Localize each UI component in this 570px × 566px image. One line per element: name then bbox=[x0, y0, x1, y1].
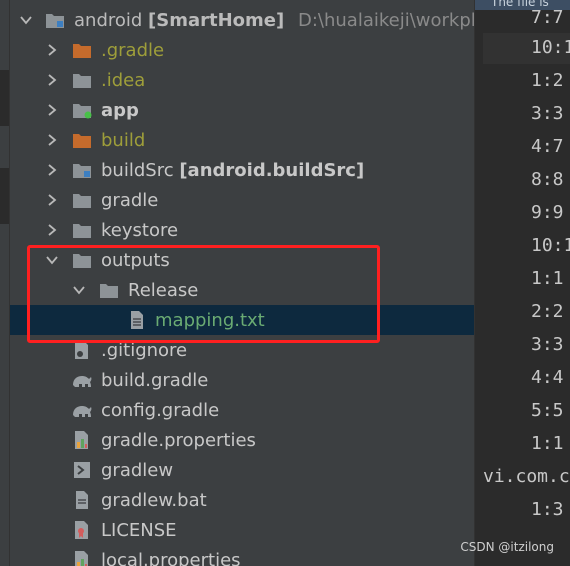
editor-line: 3:3 bbox=[531, 334, 564, 355]
tree-row-local-properties[interactable]: local.properties bbox=[10, 545, 474, 566]
tree-item-label: gradlew bbox=[101, 459, 174, 481]
module-folder-icon bbox=[71, 159, 93, 181]
tree-row-keystore[interactable]: keystore bbox=[10, 215, 474, 245]
project-module: [SmartHome] bbox=[148, 9, 285, 31]
editor-line: 1:1 bbox=[531, 268, 564, 289]
tree-row-build[interactable]: build bbox=[10, 125, 474, 155]
editor-line: 7:7 bbox=[531, 7, 564, 28]
chevron-right-icon[interactable] bbox=[44, 40, 60, 60]
chevron-right-icon[interactable] bbox=[44, 70, 60, 90]
editor-line: 2:2 bbox=[531, 301, 564, 322]
project-name: android bbox=[74, 9, 143, 31]
editor-line: 1:1 bbox=[531, 433, 564, 454]
properties-file-icon bbox=[71, 549, 93, 566]
tree-item-label: .gradle bbox=[101, 39, 165, 61]
editor-line: 9:9 bbox=[531, 202, 564, 223]
module-folder-icon bbox=[71, 99, 93, 121]
tree-row-build-gradle[interactable]: build.gradle bbox=[10, 365, 474, 395]
folder-orange-icon bbox=[71, 39, 93, 61]
editor-pane[interactable]: The file is 7:7 10:1 1:2 3:3 4:7 8:8 9:9… bbox=[474, 0, 570, 566]
license-file-icon bbox=[71, 519, 93, 541]
folder-gray-icon bbox=[71, 69, 93, 91]
gradle-elephant-icon bbox=[71, 399, 93, 421]
properties-file-icon bbox=[71, 429, 93, 451]
folder-orange-icon bbox=[71, 129, 93, 151]
highlight-annotation-box bbox=[27, 245, 380, 343]
tool-window-tab[interactable] bbox=[0, 70, 9, 126]
project-path: D:\hualaikeji\workplac bbox=[297, 9, 474, 31]
gradle-elephant-icon bbox=[71, 369, 93, 391]
tree-row-license[interactable]: LICENSE bbox=[10, 515, 474, 545]
chevron-right-icon[interactable] bbox=[44, 190, 60, 210]
editor-line: 1:2 bbox=[531, 70, 564, 91]
tree-row-dot-gradle[interactable]: .gradle bbox=[10, 35, 474, 65]
tree-row-buildsrc[interactable]: buildSrc [android.buildSrc] bbox=[10, 155, 474, 185]
tree-item-label: gradle bbox=[101, 189, 159, 211]
folder-gray-icon bbox=[71, 189, 93, 211]
chevron-right-icon[interactable] bbox=[44, 100, 60, 120]
tree-item-label: LICENSE bbox=[101, 519, 177, 541]
module-folder-icon bbox=[44, 9, 66, 31]
tree-item-label: keystore bbox=[101, 219, 179, 241]
chevron-right-icon[interactable] bbox=[44, 160, 60, 180]
editor-line: 8:8 bbox=[531, 169, 564, 190]
tree-row-config-gradle[interactable]: config.gradle bbox=[10, 395, 474, 425]
editor-line: 10:1 bbox=[531, 37, 570, 58]
tree-row-gradlew-bat[interactable]: gradlew.bat bbox=[10, 485, 474, 515]
editor-line: 4:4 bbox=[531, 367, 564, 388]
project-name-label: android [SmartHome] D:\hualaikeji\workpl… bbox=[74, 10, 474, 31]
editor-line: 1:3 bbox=[531, 499, 564, 520]
chevron-right-icon[interactable] bbox=[44, 130, 60, 150]
tool-window-tab[interactable] bbox=[0, 168, 9, 224]
tree-item-label: app bbox=[101, 99, 139, 121]
chevron-right-icon[interactable] bbox=[44, 220, 60, 240]
tool-window-strip bbox=[0, 0, 10, 566]
tree-item-label: local.properties bbox=[101, 549, 241, 566]
tree-row-android[interactable]: android [SmartHome] D:\hualaikeji\workpl… bbox=[10, 5, 474, 35]
tree-item-label: buildSrc [android.buildSrc] bbox=[101, 160, 364, 181]
tree-item-label: gradlew.bat bbox=[101, 489, 207, 511]
buildsrc-name: buildSrc bbox=[101, 159, 174, 181]
editor-line: vi.com.c bbox=[483, 466, 570, 487]
tree-row-gradle[interactable]: gradle bbox=[10, 185, 474, 215]
tree-row-gradlew[interactable]: gradlew bbox=[10, 455, 474, 485]
tree-item-label: gradle.properties bbox=[101, 429, 256, 451]
watermark: CSDN @itzilong bbox=[460, 540, 554, 554]
tree-row-idea[interactable]: .idea bbox=[10, 65, 474, 95]
editor-line: 4:7 bbox=[531, 136, 564, 157]
tree-item-label: config.gradle bbox=[101, 399, 220, 421]
tree-item-label: .idea bbox=[101, 69, 146, 91]
editor-line: 10:1 bbox=[531, 235, 570, 256]
editor-line: 3:3 bbox=[531, 103, 564, 124]
tree-row-app[interactable]: app bbox=[10, 95, 474, 125]
chevron-down-icon[interactable] bbox=[18, 10, 34, 30]
buildsrc-module: [android.buildSrc] bbox=[179, 159, 365, 181]
shell-script-icon bbox=[71, 459, 93, 481]
tree-row-gradle-properties[interactable]: gradle.properties bbox=[10, 425, 474, 455]
editor-line: 5:5 bbox=[531, 400, 564, 421]
tree-item-label: build.gradle bbox=[101, 369, 209, 391]
file-icon bbox=[71, 489, 93, 511]
tree-item-label: build bbox=[101, 129, 146, 151]
folder-gray-icon bbox=[71, 219, 93, 241]
